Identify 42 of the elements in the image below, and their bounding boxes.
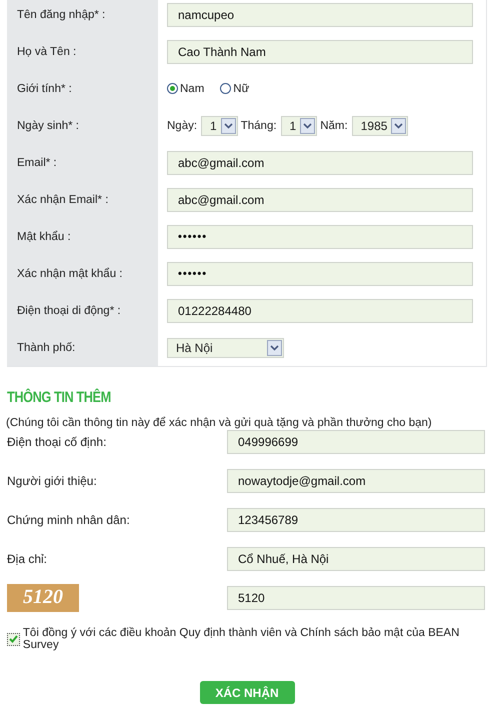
field-label: Thành phố: — [16, 342, 76, 354]
agreement-text: Tôi đồng ý với các điều khoản Quy định thành viên và Chính sách bảo mật của BEAN Survey — [22, 627, 460, 651]
field-label: Địa chỉ: — [7, 552, 48, 566]
field-label: Xác nhận Email* : — [16, 194, 110, 206]
date-dropdown[interactable]: 1 — [280, 116, 318, 136]
text-field[interactable]: abc@gmail.com — [167, 188, 473, 212]
radio-button[interactable] — [220, 83, 232, 94]
date-dropdown[interactable]: 1 — [201, 116, 238, 136]
field-label: Xác nhận mật khẩu : — [16, 268, 124, 280]
field-label: Họ và Tên : — [16, 46, 78, 58]
radio-label: Nữ — [233, 82, 250, 94]
text-field[interactable]: Cao Thành Nam — [167, 40, 473, 64]
password-field[interactable]: •••••• — [167, 262, 473, 286]
field-label: Chứng minh nhân dân: — [7, 512, 131, 526]
field-label: Ngày sinh* : — [16, 120, 80, 132]
field-label: Điện thoại cố định: — [7, 434, 108, 448]
date-dropdown[interactable]: 1985 — [352, 116, 408, 136]
section-note: (Chúng tôi cần thông tin này để xác nhận và gửi quà tặng và phần thưởng cho bạn) — [6, 417, 433, 429]
captcha-field[interactable]: 5120 — [227, 586, 485, 610]
field-label: Giới tính* : — [16, 82, 73, 94]
date-label: Năm: — [320, 120, 348, 132]
field-label: Điện thoại di động* : — [16, 304, 122, 316]
text-field[interactable]: 123456789 — [227, 508, 485, 532]
agree-checkbox[interactable] — [7, 632, 20, 646]
section-title: THÔNG TIN THÊM — [7, 389, 111, 407]
text-field[interactable]: abc@gmail.com — [167, 150, 473, 174]
city-dropdown[interactable]: Hà Nội — [167, 338, 284, 358]
text-field[interactable]: namcupeo — [167, 2, 473, 26]
text-field[interactable]: nowaytodje@gmail.com — [227, 468, 485, 492]
date-label: Tháng: — [240, 120, 277, 132]
text-field[interactable]: 049996699 — [227, 430, 485, 454]
text-field[interactable]: 01222284480 — [167, 298, 473, 322]
password-field[interactable]: •••••• — [167, 224, 473, 248]
date-label: Ngày: — [167, 120, 198, 132]
field-label: Tên đăng nhập* : — [16, 8, 106, 20]
text-field[interactable]: Cổ Nhuế, Hà Nội — [227, 546, 485, 570]
captcha-image: 5120 — [7, 584, 79, 612]
radio-label: Nam — [180, 82, 204, 94]
radio-button[interactable] — [167, 83, 178, 94]
field-label: Người giới thiệu: — [7, 474, 98, 488]
field-label: Mật khẩu : — [16, 230, 72, 242]
field-label: Email* : — [16, 156, 58, 168]
